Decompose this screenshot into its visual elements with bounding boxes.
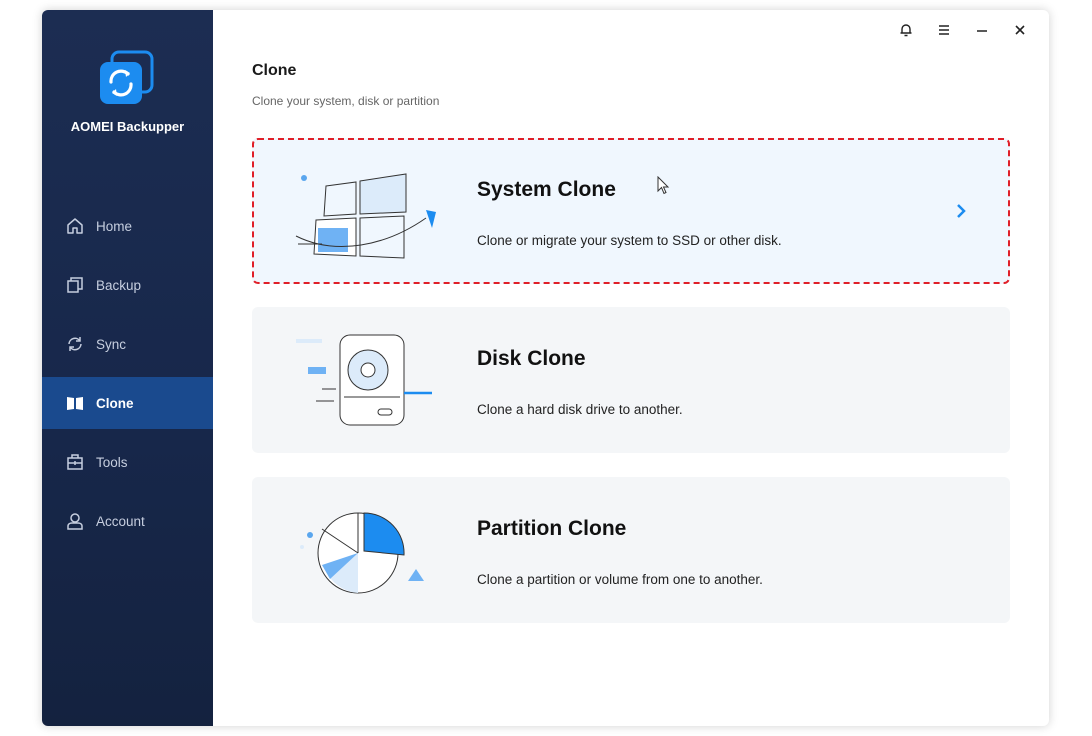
app-logo-icon: [100, 50, 154, 104]
card-description: Clone a partition or volume from one to …: [477, 572, 763, 587]
mouse-cursor-icon: [657, 176, 670, 195]
app-window: AOMEI Backupper Home Backup Sync Clone T…: [42, 10, 1049, 726]
sidebar-item-label: Home: [96, 218, 133, 234]
clone-icon: [66, 394, 84, 412]
page-title: Clone: [252, 62, 297, 79]
sidebar-item-label: Account: [96, 513, 145, 529]
card-title: System Clone: [477, 178, 616, 201]
menu-icon[interactable]: [925, 18, 963, 42]
sidebar-item-backup[interactable]: Backup: [42, 259, 213, 311]
card-title: Partition Clone: [477, 517, 627, 540]
card-description: Clone a hard disk drive to another.: [477, 402, 683, 417]
partition-clone-illustration: [300, 512, 424, 594]
sync-icon: [66, 335, 84, 353]
chevron-right-icon: [957, 204, 966, 218]
disk-clone-illustration: [296, 334, 432, 426]
sidebar-item-clone[interactable]: Clone: [42, 377, 213, 429]
sidebar-item-label: Tools: [96, 454, 128, 470]
window-controls: [887, 18, 1039, 42]
home-icon: [66, 217, 84, 235]
partition-clone-card[interactable]: Partition Clone Clone a partition or vol…: [252, 477, 1010, 623]
system-clone-illustration: [295, 173, 436, 259]
sidebar-item-label: Clone: [96, 395, 134, 411]
page-subtitle: Clone your system, disk or partition: [252, 94, 440, 108]
minimize-icon[interactable]: [963, 18, 1001, 42]
disk-clone-card[interactable]: Disk Clone Clone a hard disk drive to an…: [252, 307, 1010, 453]
account-icon: [66, 512, 84, 530]
sidebar-item-label: Sync: [96, 336, 127, 352]
card-title: Disk Clone: [477, 347, 586, 370]
app-name: AOMEI Backupper: [70, 119, 185, 134]
sidebar-item-account[interactable]: Account: [42, 495, 213, 547]
sidebar-item-label: Backup: [96, 277, 142, 293]
tools-icon: [66, 453, 84, 471]
system-clone-card[interactable]: System Clone Clone or migrate your syste…: [252, 138, 1010, 284]
bell-icon[interactable]: [887, 18, 925, 42]
sidebar-item-sync[interactable]: Sync: [42, 318, 213, 370]
backup-icon: [66, 276, 84, 294]
sidebar: AOMEI Backupper Home Backup Sync Clone T…: [42, 10, 213, 726]
card-description: Clone or migrate your system to SSD or o…: [477, 233, 782, 248]
close-icon[interactable]: [1001, 18, 1039, 42]
sidebar-nav: Home Backup Sync Clone Tools Account: [42, 200, 213, 554]
sidebar-item-tools[interactable]: Tools: [42, 436, 213, 488]
sidebar-item-home[interactable]: Home: [42, 200, 213, 252]
